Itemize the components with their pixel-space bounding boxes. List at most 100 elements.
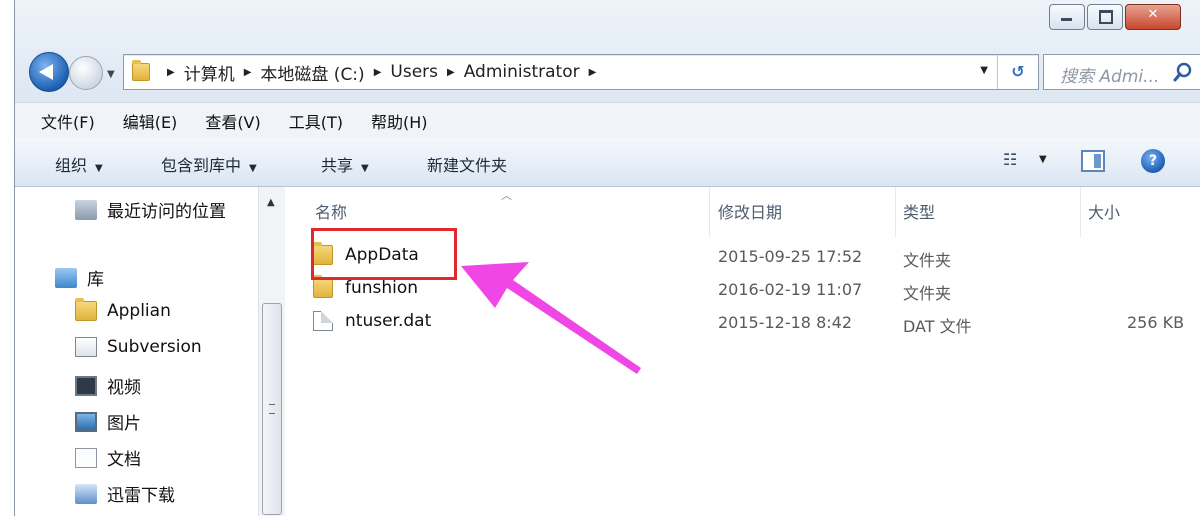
sort-ascending-icon: ︿ — [501, 189, 512, 202]
search-icon[interactable] — [1172, 61, 1194, 83]
explorer-window: ✕ ▼ ▶ 计算机 ▶ 本地磁盘 (C:) ▶ Users ▶ Administ… — [14, 0, 1200, 516]
nav-item-thunder-downloads[interactable]: 迅雷下载 — [75, 481, 175, 506]
column-divider[interactable] — [895, 187, 896, 237]
menu-edit[interactable]: 编辑(E) — [123, 109, 178, 133]
file-date: 2016-02-19 11:07 — [718, 280, 863, 299]
recent-places-icon — [75, 199, 97, 220]
file-date: 2015-12-18 8:42 — [718, 313, 852, 332]
help-icon[interactable]: ? — [1141, 149, 1165, 173]
nav-item-label: 最近访问的位置 — [107, 202, 226, 222]
nav-item-libraries[interactable]: 库 — [55, 265, 104, 290]
breadcrumb-administrator[interactable]: Administrator — [464, 62, 580, 82]
file-type: 文件夹 — [903, 284, 952, 303]
search-placeholder: 搜索 Admi... — [1060, 67, 1160, 87]
column-header-date[interactable]: 修改日期 — [718, 199, 782, 223]
annotation-highlight-box — [311, 228, 457, 280]
file-date: 2015-09-25 17:52 — [718, 247, 863, 266]
column-header-size[interactable]: 大小 — [1088, 199, 1120, 223]
file-name: ntuser.dat — [345, 311, 432, 331]
search-box[interactable]: 搜索 Admi... — [1043, 54, 1200, 90]
nav-item-label: Subversion — [107, 337, 202, 357]
file-name-cell: ntuser.dat — [313, 311, 431, 331]
minimize-icon — [1061, 18, 1072, 21]
address-history-dropdown-icon[interactable]: ▼ — [980, 65, 988, 76]
forward-button[interactable] — [69, 56, 103, 90]
chevron-down-icon: ▼ — [95, 163, 103, 174]
file-name: funshion — [345, 278, 419, 298]
organize-button[interactable]: 组织 ▼ — [55, 152, 103, 176]
column-divider[interactable] — [709, 187, 710, 237]
close-icon: ✕ — [1147, 7, 1159, 22]
column-divider[interactable] — [1080, 187, 1081, 237]
chevron-down-icon: ▼ — [249, 163, 257, 174]
nav-scrollbar[interactable]: ▲ — [258, 187, 285, 516]
menu-help[interactable]: 帮助(H) — [371, 109, 428, 133]
breadcrumb-separator-icon[interactable]: ▶ — [244, 67, 252, 78]
nav-item-documents[interactable]: 文档 — [75, 445, 141, 470]
scroll-up-icon[interactable]: ▲ — [267, 197, 275, 208]
menu-file[interactable]: 文件(F) — [41, 109, 95, 133]
caption-buttons: ✕ — [1047, 4, 1181, 30]
nav-item-label: 视频 — [107, 378, 141, 398]
file-row-ntuser[interactable]: ntuser.dat 2015-12-18 8:42 DAT 文件 256 KB — [313, 307, 1200, 339]
nav-item-label: Applian — [107, 301, 171, 321]
column-header-name[interactable]: 名称 — [315, 199, 347, 223]
nav-item-pictures[interactable]: 图片 — [75, 409, 141, 434]
menu-tools[interactable]: 工具(T) — [289, 109, 343, 133]
breadcrumb-separator-icon[interactable]: ▶ — [374, 67, 382, 78]
nav-item-recent[interactable]: 最近访问的位置 — [75, 197, 226, 222]
view-options-dropdown-icon[interactable]: ▼ — [1039, 154, 1047, 165]
pictures-icon — [75, 411, 97, 432]
column-header-type[interactable]: 类型 — [903, 199, 935, 223]
breadcrumb-separator-icon[interactable]: ▶ — [447, 67, 455, 78]
file-name-cell: funshion — [313, 275, 419, 298]
nav-item-label: 迅雷下载 — [107, 486, 175, 506]
libraries-icon — [55, 267, 77, 288]
file-size: 256 KB — [1127, 313, 1185, 332]
share-label: 共享 — [321, 156, 354, 175]
folder-icon — [75, 298, 97, 321]
address-bar[interactable]: ▶ 计算机 ▶ 本地磁盘 (C:) ▶ Users ▶ Administrato… — [123, 54, 1039, 90]
folder-icon — [132, 60, 150, 81]
breadcrumb-computer[interactable]: 计算机 — [184, 60, 235, 85]
document-library-icon — [75, 337, 97, 357]
include-library-label: 包含到库中 — [161, 156, 242, 175]
change-view-icon[interactable]: ☷ — [1003, 150, 1017, 169]
include-in-library-button[interactable]: 包含到库中 ▼ — [161, 152, 257, 176]
breadcrumb-separator-icon[interactable]: ▶ — [589, 67, 597, 78]
menu-view[interactable]: 查看(V) — [205, 109, 260, 133]
share-button[interactable]: 共享 ▼ — [321, 152, 369, 176]
breadcrumb-users[interactable]: Users — [390, 62, 438, 82]
nav-item-subversion[interactable]: Subversion — [75, 337, 202, 357]
breadcrumb: ▶ 计算机 ▶ 本地磁盘 (C:) ▶ Users ▶ Administrato… — [158, 55, 605, 89]
annotation-arrow-icon — [461, 262, 641, 374]
minimize-button[interactable] — [1049, 4, 1085, 30]
video-icon — [75, 375, 97, 396]
navigation-row: ▼ ▶ 计算机 ▶ 本地磁盘 (C:) ▶ Users ▶ Administra… — [29, 50, 1200, 92]
maximize-icon — [1099, 10, 1113, 24]
close-button[interactable]: ✕ — [1125, 4, 1181, 30]
nav-item-label: 图片 — [107, 414, 141, 434]
refresh-button[interactable]: ↺ — [997, 55, 1038, 89]
breadcrumb-separator-icon[interactable]: ▶ — [167, 67, 175, 78]
file-type: 文件夹 — [903, 251, 952, 270]
window-chrome: ✕ ▼ ▶ 计算机 ▶ 本地磁盘 (C:) ▶ Users ▶ Administ… — [15, 0, 1200, 102]
documents-icon — [75, 447, 97, 468]
back-button[interactable] — [29, 52, 69, 92]
folder-icon — [313, 275, 333, 298]
recent-pages-dropdown-icon[interactable]: ▼ — [107, 69, 115, 80]
nav-item-videos[interactable]: 视频 — [75, 373, 141, 398]
nav-item-applian[interactable]: Applian — [75, 298, 171, 321]
file-icon — [313, 311, 333, 331]
preview-pane-icon[interactable] — [1081, 150, 1105, 172]
nav-item-label: 文档 — [107, 450, 141, 470]
chevron-down-icon: ▼ — [361, 163, 369, 174]
command-bar: 组织 ▼ 包含到库中 ▼ 共享 ▼ 新建文件夹 ☷ ▼ ? — [15, 138, 1200, 187]
scroll-thumb[interactable] — [262, 303, 282, 515]
nav-item-label: 库 — [87, 270, 104, 290]
navigation-pane: 最近访问的位置 库 Applian Subversion 视频 图片 文档 迅雷… — [15, 187, 285, 516]
scroll-grip-icon — [269, 404, 275, 414]
new-folder-button[interactable]: 新建文件夹 — [427, 152, 507, 176]
maximize-button[interactable] — [1087, 4, 1123, 30]
breadcrumb-local-disk[interactable]: 本地磁盘 (C:) — [260, 60, 364, 85]
